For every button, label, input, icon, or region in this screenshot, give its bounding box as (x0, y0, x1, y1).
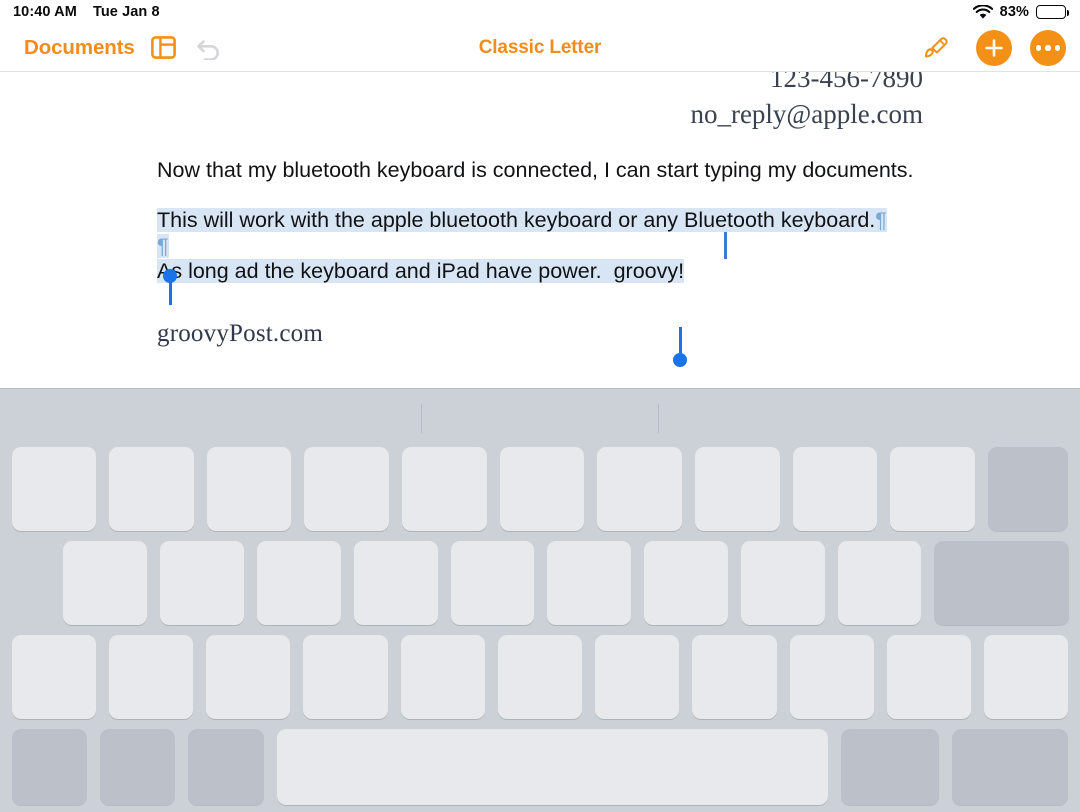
add-button[interactable] (976, 30, 1012, 66)
letterhead-email: no_reply@apple.com (690, 99, 923, 129)
key-row-4-2[interactable] (99, 729, 176, 805)
key-row-1-7[interactable] (597, 447, 683, 531)
selected-line-3-text: As long ad the keyboard and iPad have po… (157, 259, 685, 283)
key-row-2-5[interactable] (353, 541, 438, 625)
key-row-2-10[interactable] (837, 541, 922, 625)
key-row-1-1[interactable] (11, 447, 97, 531)
key-row-4-4[interactable] (276, 729, 828, 805)
keyboard-spacer (5, 541, 57, 625)
key-row-4-6[interactable] (951, 729, 1069, 805)
battery-percent: 83% (999, 4, 1029, 20)
key-row-1-2[interactable] (109, 447, 194, 531)
ipad-screen: 10:40 AM Tue Jan 8 83% Documents Classic… (0, 0, 1080, 812)
text-caret (724, 232, 727, 259)
battery-icon (1036, 5, 1070, 19)
key-row-2-4[interactable] (257, 541, 341, 625)
wifi-icon (972, 4, 993, 20)
more-options-button[interactable] (1030, 30, 1066, 66)
sidebar-layout-icon[interactable] (141, 28, 187, 68)
selected-line-3[interactable]: As long ad the keyboard and iPad have po… (157, 258, 685, 284)
keyboard-row-3 (0, 635, 1080, 719)
onscreen-keyboard[interactable]: gP (0, 388, 1080, 812)
key-row-3-2[interactable] (108, 635, 194, 719)
letterhead-block: 123-456-7890 no_reply@apple.com (690, 72, 923, 132)
letterhead-phone: 123-456-7890 (770, 72, 923, 93)
key-row-1-3[interactable] (206, 447, 292, 531)
key-row-4-3[interactable] (188, 729, 264, 805)
pilcrow-mark-1: ¶ (875, 208, 887, 232)
ellipsis-icon (1035, 45, 1061, 51)
keyboard-row-1 (0, 447, 1080, 531)
key-row-3-6[interactable] (497, 635, 583, 719)
selected-line-2[interactable]: ¶ (157, 233, 169, 259)
paragraph-intro[interactable]: Now that my bluetooth keyboard is connec… (157, 157, 913, 183)
key-row-3-9[interactable] (789, 635, 874, 719)
key-row-3-7[interactable] (595, 635, 680, 719)
pilcrow-mark-2: ¶ (157, 234, 169, 258)
predictive-separator-2 (658, 404, 659, 433)
key-row-4-5[interactable] (840, 729, 939, 805)
key-row-1-11[interactable] (988, 447, 1069, 531)
status-bar: 10:40 AM Tue Jan 8 83% (0, 0, 1080, 24)
plus-icon (985, 39, 1003, 57)
key-row-1-4[interactable] (304, 447, 390, 531)
status-date: Tue Jan 8 (92, 4, 160, 20)
key-row-2-11[interactable] (934, 541, 1069, 625)
key-row-1-9[interactable] (792, 447, 878, 531)
key-row-1-6[interactable] (499, 447, 585, 531)
toolbar-right-group (912, 24, 1066, 72)
key-row-3-10[interactable] (886, 635, 972, 719)
key-row-4-1[interactable] (11, 729, 87, 805)
key-row-1-8[interactable] (695, 447, 780, 531)
undo-arrow-icon[interactable] (187, 28, 233, 68)
key-row-3-4[interactable] (303, 635, 388, 719)
selected-line-1-text: This will work with the apple bluetooth … (157, 208, 876, 232)
key-row-3-5[interactable] (400, 635, 485, 719)
document-canvas[interactable]: · · · 123-456-7890 no_reply@apple.com No… (0, 72, 1080, 388)
status-bar-left: 10:40 AM Tue Jan 8 (13, 4, 160, 20)
keyboard-row-2 (0, 541, 1080, 625)
paintbrush-format-icon[interactable] (912, 28, 958, 68)
keyboard-row-4 (0, 729, 1080, 805)
key-row-1-10[interactable] (890, 447, 976, 531)
key-row-2-2[interactable] (63, 541, 148, 625)
key-row-2-9[interactable] (740, 541, 825, 625)
status-bar-right: 83% (972, 4, 1070, 20)
key-row-2-3[interactable] (160, 541, 244, 625)
key-row-3-3[interactable] (206, 635, 291, 719)
status-time: 10:40 AM (13, 4, 77, 20)
app-toolbar: Documents Classic Letter (0, 24, 1080, 72)
key-row-2-6[interactable] (450, 541, 535, 625)
key-row-3-1[interactable] (11, 635, 96, 719)
document-footer: groovyPost.com (157, 320, 323, 347)
key-row-3-8[interactable] (692, 635, 777, 719)
key-row-2-8[interactable] (644, 541, 728, 625)
key-row-2-7[interactable] (547, 541, 632, 625)
toolbar-left-group: Documents (0, 28, 233, 68)
predictive-separator-1 (421, 404, 422, 433)
selected-line-1[interactable]: This will work with the apple bluetooth … (157, 207, 887, 233)
predictive-suggestion-bar[interactable] (0, 389, 1080, 447)
key-row-1-5[interactable] (402, 447, 487, 531)
key-row-3-11[interactable] (984, 635, 1069, 719)
documents-back-button[interactable]: Documents (18, 34, 141, 62)
